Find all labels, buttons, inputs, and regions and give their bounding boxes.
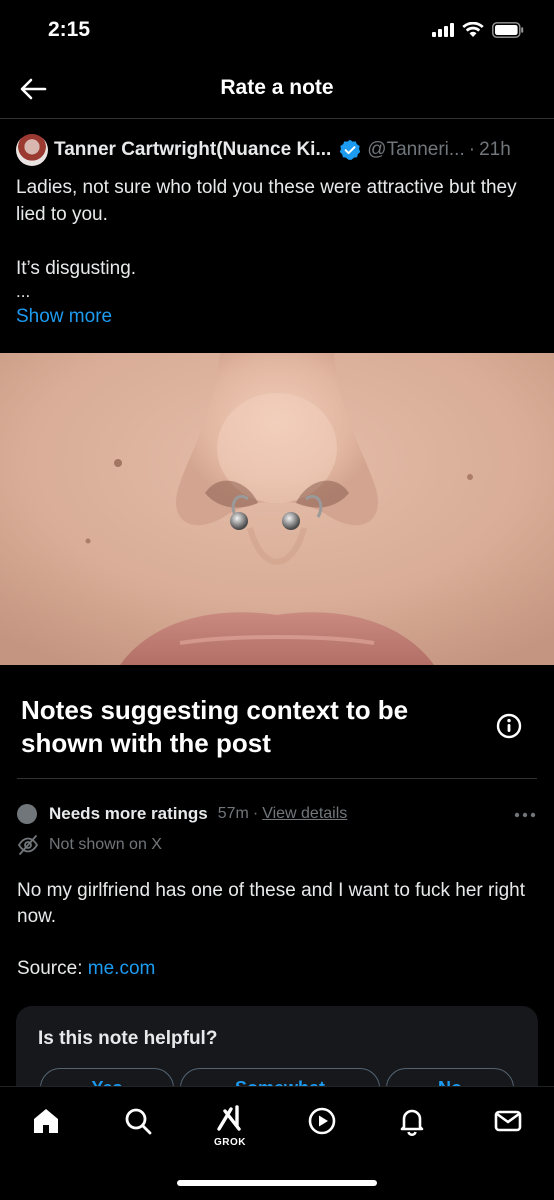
notifications-icon[interactable] [392,1105,432,1149]
notes-divider [17,778,537,779]
home-icon[interactable] [26,1105,66,1149]
post-image[interactable] [0,353,554,665]
post-author[interactable]: Tanner Cartwright(Nuance Ki... [54,139,331,161]
source-label: Source: [17,958,83,979]
note-body: No my girlfriend has one of these and I … [17,880,525,927]
eye-off-icon [17,835,39,855]
view-details-link[interactable]: View details [262,805,347,823]
note-status-row: Needs more ratings 57m · View details [17,804,537,824]
avatar[interactable] [16,134,48,166]
signal-icon [432,23,454,37]
status-time: 2:15 [48,18,91,41]
notes-heading: Notes suggesting context to be shown wit… [21,695,409,758]
info-icon[interactable] [495,712,523,740]
note-separator: · [252,805,259,822]
rate-question: Is this note helpful? [38,1028,218,1049]
page-title: Rate a note [220,76,334,99]
wifi-icon [462,22,484,38]
post-text: Ladies, not sure who told you these were… [16,174,540,302]
note-age: 57m [217,805,249,822]
show-more-link[interactable]: Show more [16,306,112,328]
post-ellipsis: ... [16,282,31,301]
messages-icon[interactable] [488,1105,528,1149]
search-icon[interactable] [118,1105,158,1149]
verified-badge-icon [340,139,361,160]
source-link[interactable]: me.com [88,958,156,979]
post-separator: · [468,139,476,160]
post-handle[interactable]: @Tanneri... [367,139,464,161]
header-divider [0,118,554,119]
note-status: Needs more ratings [49,804,208,823]
battery-icon [492,22,524,38]
post-header: Tanner Cartwright(Nuance Ki... @Tanneri.… [16,130,540,170]
note-visibility: Not shown on X [17,834,162,856]
home-indicator [177,1180,377,1186]
more-options-icon[interactable] [513,808,537,820]
status-icons [432,22,524,38]
status-dot-icon [17,804,37,824]
grok-icon[interactable]: GROK [210,1105,250,1149]
post-text-line2: It’s disgusting. [16,258,137,279]
video-icon[interactable] [302,1105,342,1149]
post[interactable]: Tanner Cartwright(Nuance Ki... @Tanneri.… [16,130,540,328]
post-time: 21h [479,139,511,160]
grok-label: GROK [214,1137,246,1148]
status-bar: 2:15 [0,0,554,60]
top-nav: Rate a note [0,62,554,116]
note-source: Source: me.com [17,958,155,980]
post-text-line1: Ladies, not sure who told you these were… [16,177,517,225]
visibility-label: Not shown on X [49,836,162,853]
